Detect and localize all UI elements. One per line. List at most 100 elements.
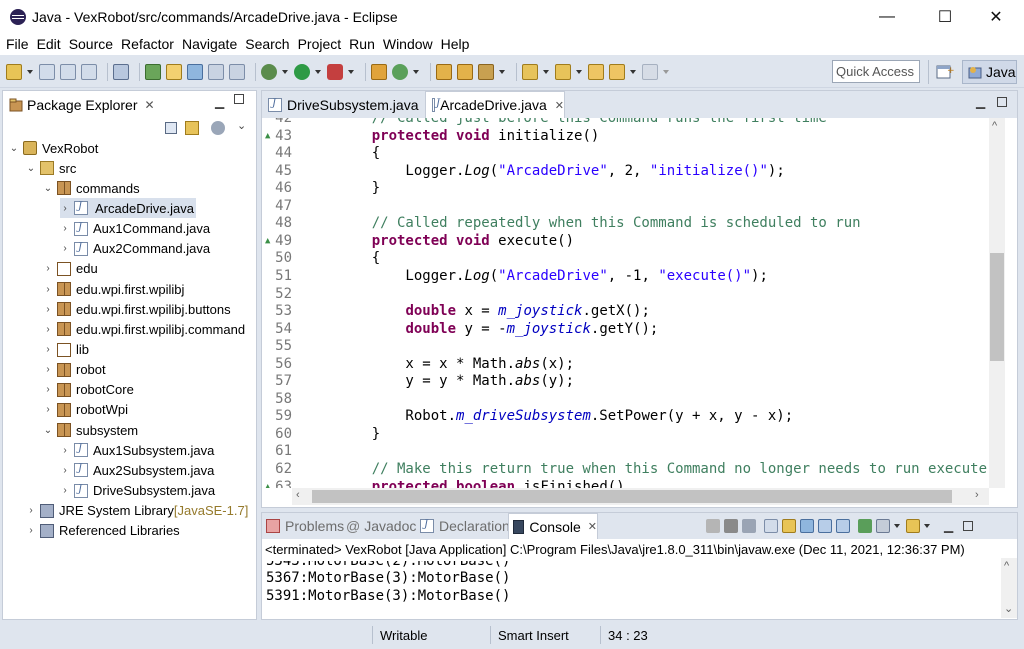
- edit-dropdown-icon[interactable]: [499, 69, 505, 74]
- view-menu-icon[interactable]: [211, 121, 225, 135]
- tree-item[interactable]: › Aux2Subsystem.java: [60, 460, 214, 480]
- run-icon[interactable]: [294, 63, 310, 80]
- menu-search[interactable]: Search: [241, 36, 293, 52]
- tab-problems[interactable]: Problems: [266, 513, 344, 539]
- collapsed-chevron-icon[interactable]: ›: [43, 284, 53, 295]
- close-tab-icon[interactable]: ✕: [555, 99, 564, 112]
- display-console-dropdown-icon[interactable]: [894, 524, 900, 528]
- back-dropdown-icon[interactable]: [630, 69, 636, 74]
- menu-edit[interactable]: Edit: [33, 36, 65, 52]
- tab-javadoc[interactable]: @ Javadoc: [346, 513, 416, 539]
- minimize-console-icon[interactable]: ▁: [944, 519, 953, 533]
- minimize-editor-icon[interactable]: ▁: [976, 95, 985, 109]
- pin-console-icon[interactable]: [858, 519, 872, 533]
- previous-annotation-dropdown-icon[interactable]: [576, 69, 582, 74]
- close-tab-icon[interactable]: ✕: [588, 520, 597, 533]
- edit-pencil-icon[interactable]: [478, 63, 494, 80]
- tree-item[interactable]: › robotCore: [43, 380, 133, 400]
- maximize-editor-icon[interactable]: [997, 97, 1007, 107]
- open-console-icon[interactable]: [906, 519, 920, 533]
- collapsed-chevron-icon[interactable]: ›: [26, 525, 36, 536]
- maximize-button[interactable]: ☐: [922, 0, 968, 33]
- override-marker-icon[interactable]: ▲: [265, 479, 270, 488]
- remove-launch-icon[interactable]: [724, 519, 738, 533]
- debug-dropdown-icon[interactable]: [282, 69, 288, 74]
- close-view-icon[interactable]: ✕: [145, 98, 155, 112]
- link-with-editor-icon[interactable]: [185, 121, 199, 135]
- tab-arcadedrive[interactable]: ArcadeDrive.java ✕: [425, 91, 565, 118]
- show-on-output-icon[interactable]: [818, 519, 832, 533]
- tree-item[interactable]: ⌄ VexRobot: [9, 138, 99, 158]
- collapsed-chevron-icon[interactable]: ›: [60, 203, 70, 214]
- run-dropdown-icon[interactable]: [315, 69, 321, 74]
- java-perspective-button[interactable]: Java: [962, 60, 1017, 84]
- menu-source[interactable]: Source: [65, 36, 117, 52]
- external-tools-dropdown-icon[interactable]: [348, 69, 354, 74]
- new-class-icon[interactable]: [187, 63, 203, 80]
- new-java-project-icon[interactable]: [145, 63, 161, 80]
- minimize-view-icon[interactable]: ▁: [215, 95, 224, 109]
- collapsed-chevron-icon[interactable]: ›: [26, 505, 36, 516]
- view-menu-chevron-icon[interactable]: ⌄: [237, 119, 246, 132]
- tree-item[interactable]: › edu.wpi.first.wpilibj: [43, 279, 184, 299]
- word-wrap-icon[interactable]: [800, 519, 814, 533]
- expanded-chevron-icon[interactable]: ⌄: [43, 425, 53, 436]
- tree-item[interactable]: › Aux1Command.java: [60, 219, 210, 239]
- open-folder-icon[interactable]: [436, 63, 452, 80]
- scroll-lock-icon[interactable]: [782, 519, 796, 533]
- override-marker-icon[interactable]: ▲: [265, 233, 270, 251]
- maximize-console-icon[interactable]: [963, 521, 974, 531]
- tree-item[interactable]: › Aux2Command.java: [60, 239, 210, 259]
- tree-item[interactable]: ⌄ subsystem: [43, 420, 138, 440]
- tree-item[interactable]: › robot: [43, 360, 105, 380]
- tree-item[interactable]: › DriveSubsystem.java: [60, 481, 215, 501]
- tree-item[interactable]: › Referenced Libraries: [26, 521, 179, 541]
- collapsed-chevron-icon[interactable]: ›: [43, 263, 53, 274]
- last-edit-icon[interactable]: [588, 63, 604, 80]
- quick-access-field[interactable]: Quick Access: [832, 60, 920, 83]
- previous-annotation-icon[interactable]: [555, 63, 571, 80]
- menu-help[interactable]: Help: [437, 36, 474, 52]
- clear-console-icon[interactable]: [764, 519, 778, 533]
- expanded-chevron-icon[interactable]: ⌄: [43, 183, 53, 194]
- close-button[interactable]: ✕: [973, 0, 1019, 33]
- tree-item[interactable]: › edu.wpi.first.wpilibj.command: [43, 319, 245, 339]
- maximize-view-icon[interactable]: [234, 94, 244, 104]
- new-dropdown-icon[interactable]: [27, 69, 33, 74]
- show-on-error-icon[interactable]: [836, 519, 850, 533]
- menu-file[interactable]: File: [2, 36, 33, 52]
- menu-refactor[interactable]: Refactor: [117, 36, 178, 52]
- expanded-chevron-icon[interactable]: ⌄: [9, 143, 19, 154]
- code-editor[interactable]: 42 // Called just before this Command ru…: [262, 118, 989, 488]
- next-annotation-icon[interactable]: [522, 63, 538, 80]
- tree-item[interactable]: › Aux1Subsystem.java: [60, 440, 214, 460]
- terminate-icon[interactable]: [706, 519, 720, 533]
- tree-item[interactable]: › lib: [43, 340, 89, 360]
- menu-navigate[interactable]: Navigate: [178, 36, 241, 52]
- tab-console[interactable]: Console ✕: [508, 513, 598, 539]
- new-package-icon[interactable]: [166, 63, 182, 80]
- collapsed-chevron-icon[interactable]: ›: [60, 485, 70, 496]
- scroll-down-icon[interactable]: ⌄: [1004, 602, 1013, 615]
- new-icon[interactable]: [6, 63, 22, 80]
- print-icon[interactable]: [81, 63, 97, 80]
- tab-drivesubsystem[interactable]: DriveSubsystem.java: [262, 91, 424, 118]
- tree-item[interactable]: › robotWpi: [43, 400, 128, 420]
- open-perspective-icon[interactable]: +: [936, 64, 955, 80]
- back-icon[interactable]: [609, 63, 625, 80]
- collapsed-chevron-icon[interactable]: ›: [60, 243, 70, 254]
- remove-all-launches-icon[interactable]: [742, 519, 756, 533]
- new-folder-icon[interactable]: [371, 63, 387, 80]
- minimize-button[interactable]: —: [864, 0, 910, 33]
- new-web-icon[interactable]: [392, 63, 408, 80]
- override-marker-icon[interactable]: ▲: [265, 128, 270, 146]
- open-type-icon[interactable]: [208, 63, 224, 80]
- open-file-icon[interactable]: [457, 63, 473, 80]
- menu-run[interactable]: Run: [345, 36, 379, 52]
- menu-window[interactable]: Window: [379, 36, 437, 52]
- collapsed-chevron-icon[interactable]: ›: [60, 223, 70, 234]
- collapsed-chevron-icon[interactable]: ›: [43, 324, 53, 335]
- collapsed-chevron-icon[interactable]: ›: [43, 404, 53, 415]
- skip-breakpoints-icon[interactable]: [113, 63, 129, 80]
- tree-item[interactable]: › ArcadeDrive.java: [60, 198, 196, 219]
